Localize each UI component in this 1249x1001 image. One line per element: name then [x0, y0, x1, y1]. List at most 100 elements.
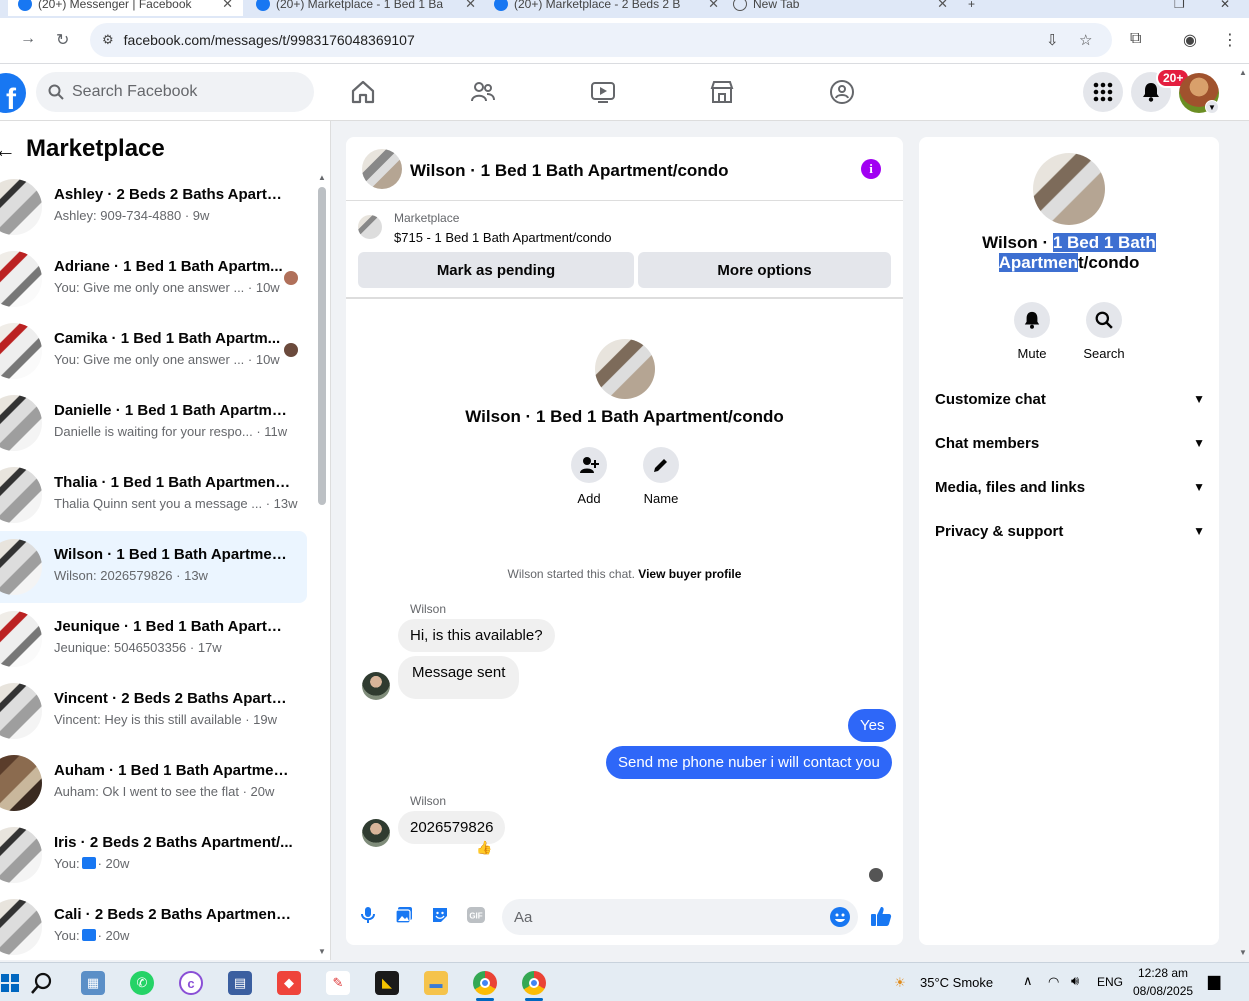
close-tab-icon[interactable]: ✕: [708, 0, 719, 12]
search-in-chat-button[interactable]: Search: [1074, 302, 1134, 361]
show-hidden-icons-icon[interactable]: ∧: [1023, 973, 1033, 989]
weather-icon[interactable]: ☀: [888, 971, 912, 995]
message-input[interactable]: [514, 908, 814, 926]
search-icon[interactable]: [30, 971, 54, 995]
clock-time[interactable]: 12:28 am: [1138, 966, 1188, 980]
tab-messenger[interactable]: (20+) Messenger | Facebook ✕: [8, 0, 243, 16]
app-icon[interactable]: c: [179, 971, 203, 995]
conversation-item[interactable]: Iris · 2 Beds 2 Baths Apartment/... You:…: [0, 819, 307, 891]
customize-chat-section[interactable]: Customize chat ▼: [935, 387, 1205, 411]
media-files-links-section[interactable]: Media, files and links ▼: [935, 475, 1205, 499]
tab-marketplace-2[interactable]: (20+) Marketplace - 2 Beds 2 B ✕: [494, 0, 719, 16]
sender-avatar[interactable]: [362, 819, 390, 847]
close-tab-icon[interactable]: ✕: [937, 0, 948, 12]
calculator-icon[interactable]: ▤: [228, 971, 252, 995]
page-scroll-down-icon[interactable]: ▼: [1239, 948, 1247, 957]
bookmark-star-icon[interactable]: ☆: [1079, 31, 1092, 49]
listing-price[interactable]: $715 - 1 Bed 1 Bath Apartment/condo: [394, 230, 612, 245]
menu-grid-button[interactable]: [1083, 72, 1123, 112]
profile-icon[interactable]: ◉: [1183, 30, 1197, 50]
facebook-search[interactable]: [36, 72, 314, 112]
conversation-item[interactable]: Danielle · 1 Bed 1 Bath Apartmen... Dani…: [0, 387, 307, 459]
facebook-logo[interactable]: f: [0, 73, 26, 113]
scroll-up-arrow-icon[interactable]: ▲: [318, 173, 326, 182]
groups-icon[interactable]: [828, 78, 856, 106]
language-indicator[interactable]: ENG: [1097, 975, 1123, 989]
search-input[interactable]: [72, 83, 292, 101]
view-buyer-profile-link[interactable]: View buyer profile: [638, 567, 741, 581]
video-icon[interactable]: [589, 78, 617, 106]
chat-title[interactable]: Wilson · 1 Bed 1 Bath Apartment/condo: [410, 161, 728, 181]
conversation-item[interactable]: Camika · 1 Bed 1 Bath Apartm... You: Giv…: [0, 315, 307, 387]
chevron-down-icon[interactable]: ▼: [1205, 100, 1219, 114]
conversation-item[interactable]: Cali · 2 Beds 2 Baths Apartment/... You:…: [0, 891, 307, 963]
site-settings-icon[interactable]: ⚙: [102, 32, 114, 48]
install-app-icon[interactable]: ⇩: [1046, 31, 1059, 49]
scroll-down-arrow-icon[interactable]: ▼: [318, 947, 326, 956]
message-bubble-outgoing[interactable]: Send me phone nuber i will contact you: [606, 746, 892, 779]
photo-icon[interactable]: [394, 905, 414, 925]
sticky-notes-icon[interactable]: ◣: [375, 971, 399, 995]
sticker-icon[interactable]: [430, 905, 450, 925]
page-scroll-up-icon[interactable]: ▲: [1239, 68, 1247, 77]
friends-icon[interactable]: [469, 78, 497, 106]
message-bubble-outgoing[interactable]: Yes: [848, 709, 897, 742]
file-explorer-icon[interactable]: ▬: [424, 971, 448, 995]
anydesk-icon[interactable]: ◆: [277, 971, 301, 995]
sidebar-scrollbar[interactable]: [318, 187, 326, 505]
privacy-support-section[interactable]: Privacy & support ▼: [935, 519, 1205, 543]
tab-marketplace-1[interactable]: (20+) Marketplace - 1 Bed 1 Ba ✕: [256, 0, 476, 16]
chat-members-section[interactable]: Chat members ▼: [935, 431, 1205, 455]
conversation-item[interactable]: Auham · 1 Bed 1 Bath Apartment... Auham:…: [0, 747, 307, 819]
network-icon[interactable]: ◠: [1048, 974, 1059, 990]
new-tab-plus-icon[interactable]: +: [968, 0, 975, 16]
window-maximize-icon[interactable]: ❐: [1174, 0, 1185, 16]
home-icon[interactable]: [349, 78, 377, 106]
mark-as-pending-button[interactable]: Mark as pending: [358, 252, 634, 288]
close-tab-icon[interactable]: ✕: [465, 0, 476, 12]
message-input-container[interactable]: [502, 899, 858, 935]
listing-thumbnail[interactable]: [358, 215, 382, 239]
reload-icon[interactable]: ↻: [56, 30, 69, 50]
sender-avatar[interactable]: [362, 672, 390, 700]
like-send-icon[interactable]: [869, 904, 893, 928]
clock-date[interactable]: 08/08/2025: [1133, 984, 1193, 998]
menu-kebab-icon[interactable]: ⋮: [1222, 30, 1238, 50]
conversation-item[interactable]: Thalia · 1 Bed 1 Bath Apartment/... Thal…: [0, 459, 307, 531]
close-tab-icon[interactable]: ✕: [222, 0, 233, 12]
chrome-profile-icon[interactable]: [522, 971, 546, 995]
conversation-item[interactable]: Adriane · 1 Bed 1 Bath Apartm... You: Gi…: [0, 243, 307, 315]
tab-new-tab[interactable]: New Tab ✕: [733, 0, 948, 16]
conversation-item-active[interactable]: Wilson · 1 Bed 1 Bath Apartment... Wilso…: [0, 531, 307, 603]
app-icon[interactable]: ▦: [81, 971, 105, 995]
gif-icon[interactable]: GIF: [466, 905, 486, 925]
chrome-icon[interactable]: [473, 971, 497, 995]
mute-button[interactable]: Mute: [1002, 302, 1062, 361]
emoji-icon[interactable]: [830, 907, 850, 927]
windows-start-icon[interactable]: [0, 971, 22, 995]
name-chat-button[interactable]: Name: [631, 447, 691, 506]
notification-center-icon[interactable]: ▆: [1208, 971, 1220, 991]
extensions-icon[interactable]: ⧉: [1130, 30, 1141, 48]
weather-text[interactable]: 35°C Smoke: [920, 975, 993, 990]
microphone-icon[interactable]: [358, 905, 378, 925]
add-people-button[interactable]: Add: [559, 447, 619, 506]
message-bubble[interactable]: Hi, is this available?: [398, 619, 555, 652]
thumbs-up-reaction-icon[interactable]: 👍: [476, 840, 492, 856]
conversation-item[interactable]: Vincent · 2 Beds 2 Baths Apartm... Vince…: [0, 675, 307, 747]
info-avatar[interactable]: [1033, 153, 1105, 225]
volume-icon[interactable]: 🔊︎: [1071, 973, 1079, 989]
conversation-item[interactable]: Jeunique · 1 Bed 1 Bath Apartme... Jeuni…: [0, 603, 307, 675]
forward-icon[interactable]: →: [20, 30, 36, 48]
window-close-icon[interactable]: ✕: [1220, 0, 1230, 16]
whatsapp-icon[interactable]: ✆: [130, 971, 154, 995]
back-arrow-icon[interactable]: ←: [0, 137, 16, 163]
chat-avatar[interactable]: [362, 149, 402, 189]
message-bubble[interactable]: Message sent: [398, 656, 520, 699]
marketplace-icon[interactable]: [708, 78, 736, 106]
paint-icon[interactable]: ✎: [326, 971, 350, 995]
more-options-button[interactable]: More options: [638, 252, 891, 288]
address-bar[interactable]: ⚙ facebook.com/messages/t/99831760483691…: [90, 23, 1112, 57]
conversation-item[interactable]: Ashley · 2 Beds 2 Baths Apartme... Ashle…: [0, 171, 307, 243]
info-icon[interactable]: i: [861, 159, 881, 179]
